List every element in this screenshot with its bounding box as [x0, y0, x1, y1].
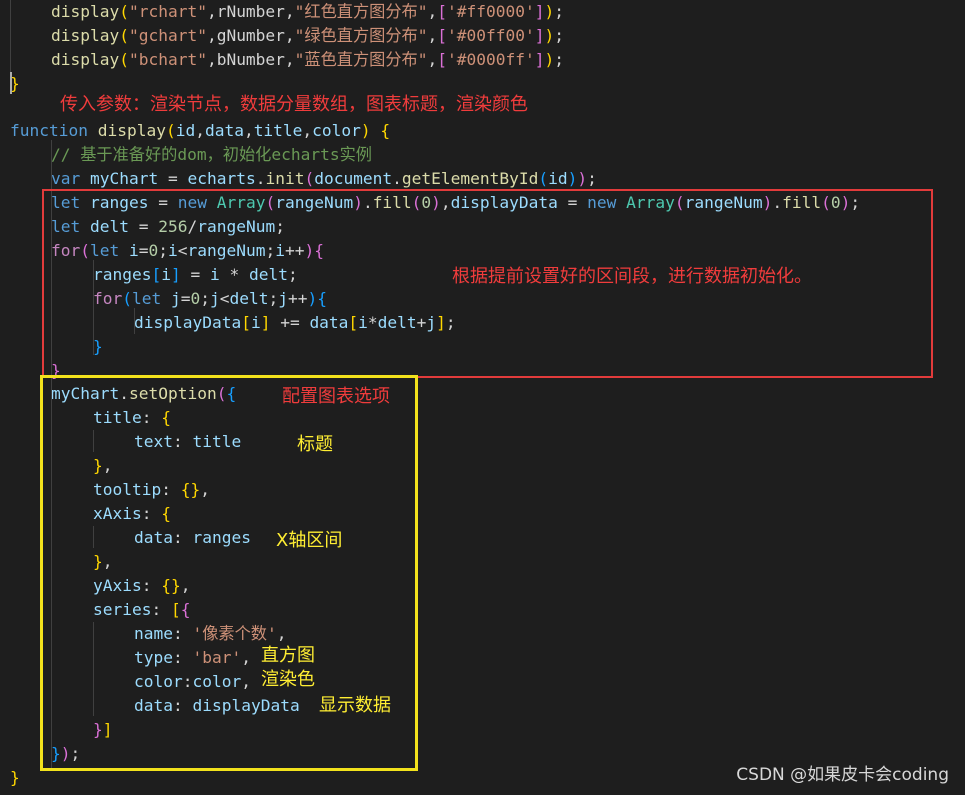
code-token: ]	[534, 2, 545, 21]
code-token: document	[314, 169, 393, 188]
code-token: }	[10, 768, 20, 787]
code-token: {	[380, 121, 391, 140]
params-annotation: 传入参数：渲染节点，数据分量数组，图表标题，渲染颜色	[60, 94, 528, 115]
code-token: display	[51, 50, 120, 69]
code-line[interactable]: display("rchart",rNumber,"红色直方图分布",['#ff…	[51, 0, 564, 24]
code-token: [	[437, 2, 447, 21]
code-token: ;	[554, 2, 564, 21]
code-token: display	[51, 26, 120, 45]
code-line[interactable]: var myChart = echarts.init(document.getE…	[51, 167, 597, 191]
code-token: )	[577, 169, 588, 188]
code-token: (	[119, 2, 129, 21]
code-token: ,	[243, 121, 254, 140]
init-highlight-box	[42, 189, 933, 378]
code-token: ,	[427, 2, 438, 21]
code-token: id	[548, 169, 568, 188]
code-token: [	[437, 50, 447, 69]
code-token: ,gNumber,	[206, 26, 295, 45]
code-token: ,rNumber,	[206, 2, 295, 21]
code-token: =	[158, 169, 188, 188]
code-token: ]	[534, 50, 545, 69]
code-line[interactable]: display("gchart",gNumber,"绿色直方图分布",['#00…	[51, 24, 564, 48]
code-token: data	[204, 121, 244, 140]
code-token: ;	[587, 169, 597, 188]
code-token: )	[360, 121, 371, 140]
code-token: ;	[554, 26, 564, 45]
code-token: .	[255, 169, 266, 188]
csdn-watermark: CSDN @如果皮卡会coding	[736, 765, 949, 785]
code-token: [	[437, 26, 447, 45]
code-token: (	[538, 169, 549, 188]
code-token: (	[119, 26, 129, 45]
code-token: ,	[427, 26, 438, 45]
code-token: // 基于准备好的dom，初始化echarts实例	[51, 145, 372, 164]
code-token: "bchart"	[128, 50, 207, 69]
code-token: getElementById	[401, 169, 539, 188]
code-line[interactable]: // 基于准备好的dom，初始化echarts实例	[51, 143, 372, 167]
code-token: "绿色直方图分布"	[294, 26, 428, 45]
code-token: ;	[554, 50, 564, 69]
code-token: '#00ff00'	[446, 26, 535, 45]
code-token: )	[567, 169, 578, 188]
code-token: ]	[534, 26, 545, 45]
code-token: (	[119, 50, 129, 69]
code-token: init	[265, 169, 305, 188]
code-token: (	[165, 121, 176, 140]
code-token: myChart	[90, 169, 159, 188]
code-token: display	[51, 2, 120, 21]
code-token: )	[544, 50, 555, 69]
code-token: "红色直方图分布"	[294, 2, 428, 21]
code-token: )	[544, 26, 555, 45]
code-token: (	[304, 169, 315, 188]
indent-guide	[10, 0, 11, 72]
code-token: ,	[302, 121, 313, 140]
code-token: function	[10, 121, 88, 140]
code-line[interactable]: display("bchart",bNumber,"蓝色直方图分布",['#00…	[51, 48, 564, 72]
code-token: .	[392, 169, 402, 188]
code-token: )	[544, 2, 555, 21]
code-token: title	[253, 121, 303, 140]
code-token: ,	[427, 50, 438, 69]
code-token: color	[312, 121, 361, 140]
code-token: echarts	[187, 169, 256, 188]
code-token: "gchart"	[128, 26, 207, 45]
code-token: "rchart"	[128, 2, 207, 21]
options-highlight-box	[40, 375, 418, 771]
code-line[interactable]: }	[10, 766, 20, 790]
code-token: ,	[195, 121, 205, 140]
code-token: var	[51, 169, 81, 188]
code-token: '#ff0000'	[446, 2, 535, 21]
code-line[interactable]: function display(id,data,title,color) {	[10, 119, 390, 143]
text-cursor	[10, 72, 12, 94]
code-token: display	[97, 121, 166, 140]
code-token: "蓝色直方图分布"	[294, 50, 428, 69]
code-token: ,bNumber,	[206, 50, 295, 69]
code-token: '#0000ff'	[446, 50, 535, 69]
code-token: id	[175, 121, 196, 140]
